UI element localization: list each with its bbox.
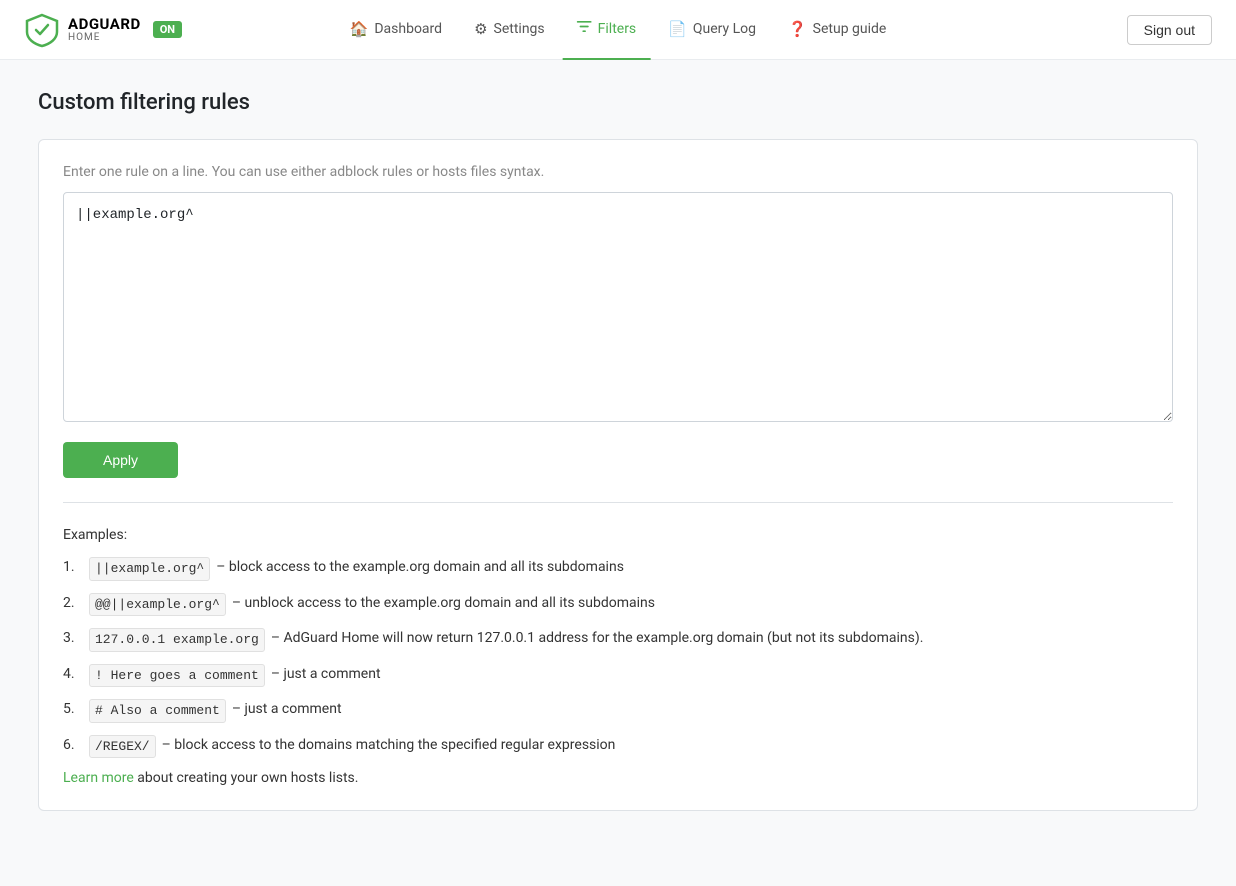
list-item: 127.0.0.1 example.org – AdGuard Home wil…: [63, 628, 1173, 652]
header: ADGUARD HOME ON 🏠 Dashboard ⚙ Settings F…: [0, 0, 1236, 60]
nav-item-settings[interactable]: ⚙ Settings: [460, 0, 559, 60]
examples-title: Examples:: [63, 527, 1173, 543]
list-item: ||example.org^ – block access to the exa…: [63, 557, 1173, 581]
examples-list: ||example.org^ – block access to the exa…: [63, 557, 1173, 758]
instruction-text: Enter one rule on a line. You can use ei…: [63, 164, 1173, 180]
example-desc-1: – block access to the example.org domain…: [216, 557, 624, 578]
filtering-rules-card: Enter one rule on a line. You can use ei…: [38, 139, 1198, 811]
nav-label-dashboard: Dashboard: [374, 21, 442, 37]
nav-label-settings: Settings: [494, 21, 545, 37]
nav-item-setup-guide[interactable]: ❓ Setup guide: [774, 0, 900, 60]
help-icon: ❓: [788, 20, 807, 38]
nav-item-query-log[interactable]: 📄 Query Log: [654, 0, 770, 60]
section-divider: [63, 502, 1173, 503]
example-code-1: ||example.org^: [89, 557, 210, 581]
logo-shield-icon: [24, 12, 60, 48]
list-item: /REGEX/ – block access to the domains ma…: [63, 735, 1173, 759]
learn-more-section: Learn more about creating your own hosts…: [63, 770, 1173, 786]
apply-button[interactable]: Apply: [63, 442, 178, 478]
logo-brand: ADGUARD: [68, 16, 141, 33]
nav-label-setup-guide: Setup guide: [813, 21, 887, 37]
example-desc-3: – AdGuard Home will now return 127.0.0.1…: [271, 628, 924, 649]
example-desc-5: – just a comment: [232, 699, 342, 720]
example-code-2: @@||example.org^: [89, 593, 226, 617]
nav-label-filters: Filters: [598, 21, 637, 37]
example-desc-2: – unblock access to the example.org doma…: [232, 593, 655, 614]
example-code-4: ! Here goes a comment: [89, 664, 265, 688]
main-content: Custom filtering rules Enter one rule on…: [18, 60, 1218, 841]
example-code-6: /REGEX/: [89, 735, 156, 759]
logo-product: HOME: [68, 32, 141, 43]
nav-label-query-log: Query Log: [693, 21, 756, 37]
learn-more-text: about creating your own hosts lists.: [134, 770, 359, 786]
home-icon: 🏠: [350, 20, 369, 38]
list-item: ! Here goes a comment – just a comment: [63, 664, 1173, 688]
filter-icon: [577, 19, 592, 38]
status-badge: ON: [153, 21, 182, 38]
list-item: # Also a comment – just a comment: [63, 699, 1173, 723]
example-desc-4: – just a comment: [271, 664, 381, 685]
list-item: @@||example.org^ – unblock access to the…: [63, 593, 1173, 617]
rules-textarea[interactable]: ||example.org^: [63, 192, 1173, 422]
nav-item-filters[interactable]: Filters: [563, 0, 651, 60]
example-code-3: 127.0.0.1 example.org: [89, 628, 265, 652]
learn-more-link[interactable]: Learn more: [63, 770, 134, 786]
logo-area: ADGUARD HOME ON: [24, 12, 182, 48]
nav-item-dashboard[interactable]: 🏠 Dashboard: [336, 0, 456, 60]
settings-icon: ⚙: [474, 20, 487, 38]
page-title: Custom filtering rules: [38, 90, 1198, 115]
logo-text: ADGUARD HOME: [68, 16, 141, 44]
main-nav: 🏠 Dashboard ⚙ Settings Filters 📄 Query L…: [336, 0, 901, 60]
sign-out-button[interactable]: Sign out: [1127, 15, 1212, 45]
example-desc-6: – block access to the domains matching t…: [162, 735, 616, 756]
query-log-icon: 📄: [668, 20, 687, 38]
example-code-5: # Also a comment: [89, 699, 226, 723]
